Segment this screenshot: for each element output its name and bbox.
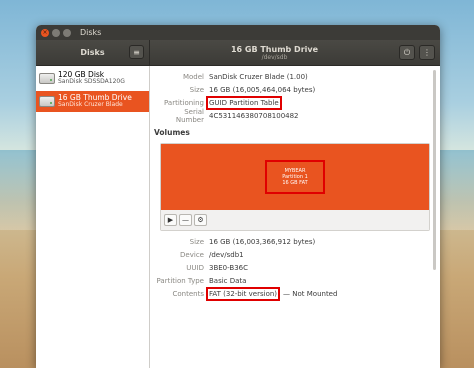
partition-size-label: Size — [189, 237, 204, 246]
device-row: Device /dev/sdb1 — [154, 248, 440, 261]
disk-item-thumb-drive[interactable]: 16 GB Thumb Drive SanDisk Cruzer Blade — [36, 91, 149, 112]
uuid-row: UUID 3BE0-B36C — [154, 261, 440, 274]
contents-value: FAT (32-bit version) — [205, 286, 281, 301]
scrollbar[interactable] — [433, 70, 436, 270]
close-window-button[interactable]: × — [41, 28, 49, 37]
disk-model: SanDisk SDSSDA120G — [58, 78, 125, 86]
serial-value: 4C531146380708100482 — [209, 111, 299, 120]
power-off-button[interactable]: ⏻ — [399, 45, 415, 60]
headerbar: Disks ≡ 16 GB Thumb Drive /dev/sdb ⏻ ⋮ — [36, 40, 440, 66]
partition-desc: 16 GB FAT — [282, 180, 308, 186]
partitioning-value: GUID Partition Table — [206, 95, 282, 110]
disk-list: 120 GB Disk SanDisk SDSSDA120G 16 GB Thu… — [36, 66, 150, 368]
app-menu-button[interactable]: ≡ — [129, 45, 144, 59]
model-label: Model — [182, 72, 204, 81]
model-value: SanDisk Cruzer Blade (1.00) — [209, 72, 308, 81]
more-options-icon: ⋮ — [423, 48, 431, 57]
device-value: /dev/sdb1 — [209, 250, 244, 259]
device-label: Device — [180, 250, 204, 259]
contents-label: Contents — [172, 289, 205, 298]
contents-row: Contents FAT (32-bit version) — Not Moun… — [154, 286, 440, 301]
hamburger-menu-icon: ≡ — [133, 47, 140, 57]
drive-device-path: /dev/sdb — [261, 53, 288, 61]
usb-drive-icon — [39, 96, 55, 107]
partition-type-label: Partition Type — [156, 276, 204, 285]
uuid-label: UUID — [186, 263, 204, 272]
partition-type-row: Partition Type Basic Data — [154, 274, 440, 287]
hard-disk-icon — [39, 73, 55, 84]
size-label: Size — [189, 85, 204, 94]
partition-size-row: Size 16 GB (16,003,366,912 bytes) — [154, 235, 440, 248]
uuid-value: 3BE0-B36C — [209, 263, 249, 272]
window-title: Disks — [80, 28, 102, 37]
power-icon: ⏻ — [403, 47, 411, 57]
window-content: 120 GB Disk SanDisk SDSSDA120G 16 GB Thu… — [36, 66, 440, 368]
partition-block[interactable]: MYBEAR Partition 1 16 GB FAT — [161, 144, 429, 210]
window-titlebar: × Disks — [36, 25, 440, 40]
drive-header: 16 GB Thumb Drive /dev/sdb — [150, 40, 399, 65]
close-icon: × — [42, 28, 48, 36]
sidebar-title: Disks — [80, 48, 105, 57]
partition-size-value: 16 GB (16,003,366,912 bytes) — [209, 237, 316, 246]
gear-icon: ⚙ — [197, 216, 204, 224]
drive-options-button[interactable]: ⋮ — [419, 45, 435, 60]
disk-item-120gb[interactable]: 120 GB Disk SanDisk SDSSDA120G — [36, 68, 149, 89]
disk-model: SanDisk Cruzer Blade — [58, 101, 123, 109]
disks-window: × Disks Disks ≡ 16 GB Thumb Drive /dev/s… — [36, 25, 440, 368]
serial-label: Serial Number — [175, 107, 204, 124]
size-row: Size 16 GB (16,005,464,064 bytes) — [154, 83, 440, 96]
volume-toolbar: ▶ — ⚙ — [161, 210, 429, 230]
serial-row: Serial Number 4C531146380708100482 — [154, 107, 440, 124]
size-value: 16 GB (16,005,464,064 bytes) — [209, 85, 316, 94]
volume-map: MYBEAR Partition 1 16 GB FAT ▶ — ⚙ — [160, 143, 430, 231]
partition-details: Size 16 GB (16,003,366,912 bytes) Device… — [154, 235, 440, 301]
partition-options-button[interactable]: ⚙ — [194, 214, 207, 226]
minus-icon: — — [182, 216, 189, 224]
maximize-window-button[interactable] — [63, 28, 71, 37]
drive-details: Model SanDisk Cruzer Blade (1.00) Size 1… — [150, 66, 440, 368]
partitioning-label: Partitioning — [164, 98, 204, 107]
play-icon: ▶ — [167, 216, 174, 224]
partition-label: MYBEAR Partition 1 16 GB FAT — [265, 160, 325, 194]
header-actions: ⏻ ⋮ — [399, 40, 440, 65]
partition-type-value: Basic Data — [209, 276, 247, 285]
model-row: Model SanDisk Cruzer Blade (1.00) — [154, 70, 440, 83]
volumes-heading: Volumes — [154, 128, 190, 137]
mount-button[interactable]: ▶ — [164, 214, 177, 226]
drive-title: 16 GB Thumb Drive — [230, 44, 319, 54]
delete-partition-button[interactable]: — — [179, 214, 192, 226]
mount-status: — Not Mounted — [283, 289, 338, 298]
sidebar-header: Disks ≡ — [36, 40, 150, 65]
minimize-window-button[interactable] — [52, 28, 60, 37]
